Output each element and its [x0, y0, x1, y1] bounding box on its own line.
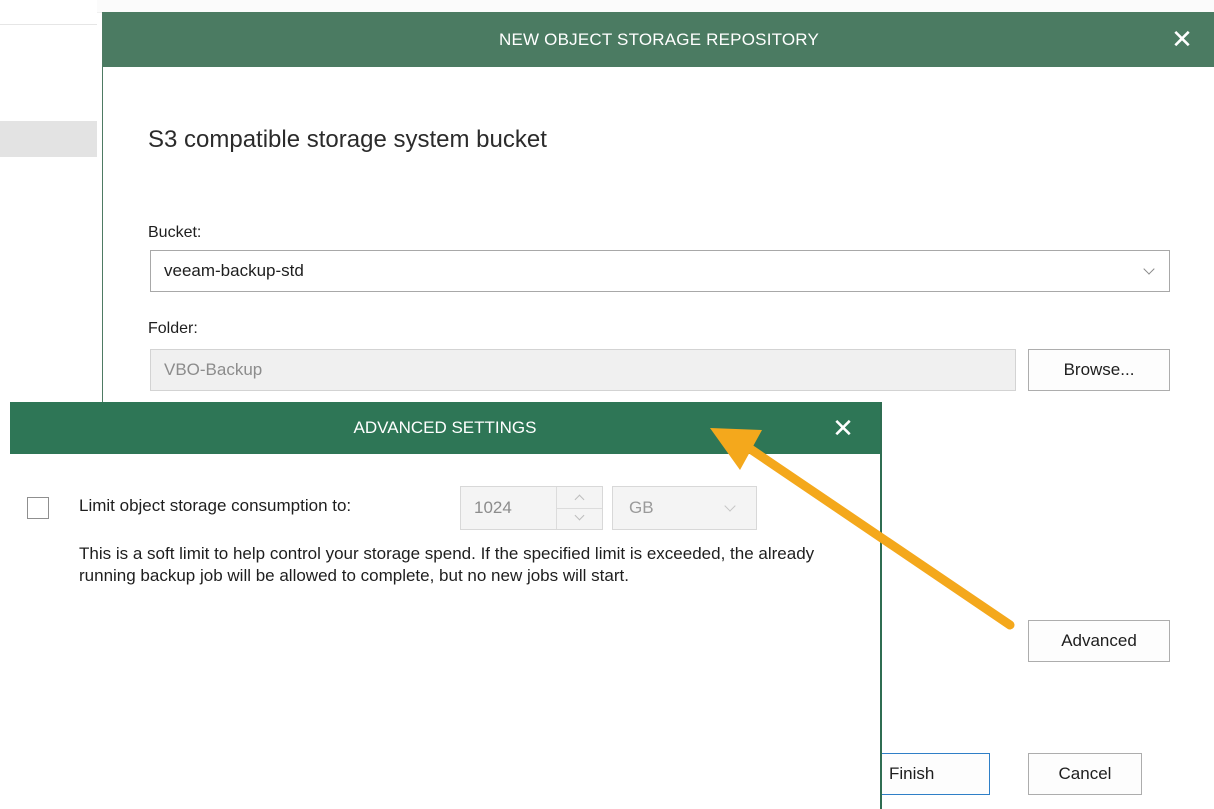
limit-consumption-label: Limit object storage consumption to: — [79, 496, 352, 515]
unit-value: GB — [629, 498, 654, 517]
dialog-titlebar: NEW OBJECT STORAGE REPOSITORY ✕ — [103, 12, 1214, 67]
folder-value: VBO-Backup — [164, 360, 263, 379]
bucket-dropdown[interactable]: veeam-backup-std — [150, 250, 1170, 292]
background-app-selected-item — [0, 121, 97, 157]
background-app-header — [0, 0, 97, 25]
page-title: S3 compatible storage system bucket — [148, 126, 547, 153]
chevron-down-icon — [1143, 263, 1155, 275]
close-icon[interactable]: ✕ — [1167, 24, 1197, 54]
stepper-down-button[interactable] — [557, 508, 602, 529]
limit-consumption-checkbox[interactable] — [27, 497, 49, 519]
bucket-value: veeam-backup-std — [164, 261, 304, 280]
advanced-title: ADVANCED SETTINGS — [353, 418, 537, 437]
dialog-title: NEW OBJECT STORAGE REPOSITORY — [498, 30, 820, 49]
advanced-settings-dialog: ADVANCED SETTINGS ✕ — [10, 402, 882, 809]
limit-value-stepper[interactable]: 1024 — [460, 486, 603, 530]
bucket-label: Bucket: — [148, 224, 202, 241]
close-icon[interactable]: ✕ — [828, 413, 858, 443]
advanced-titlebar: ADVANCED SETTINGS ✕ — [10, 402, 880, 454]
advanced-button[interactable]: Advanced — [1028, 620, 1170, 662]
folder-field[interactable]: VBO-Backup — [150, 349, 1016, 391]
folder-label: Folder: — [148, 320, 198, 337]
chevron-up-icon — [574, 494, 585, 505]
unit-dropdown[interactable]: GB — [612, 486, 757, 530]
chevron-down-icon — [574, 510, 585, 521]
limit-hint-text: This is a soft limit to help control you… — [79, 544, 815, 585]
chevron-down-icon — [724, 500, 736, 512]
limit-value: 1024 — [474, 498, 512, 517]
stepper-up-button[interactable] — [557, 487, 602, 509]
stepper-buttons — [556, 487, 602, 529]
cancel-button[interactable]: Cancel — [1028, 753, 1142, 795]
browse-button[interactable]: Browse... — [1028, 349, 1170, 391]
